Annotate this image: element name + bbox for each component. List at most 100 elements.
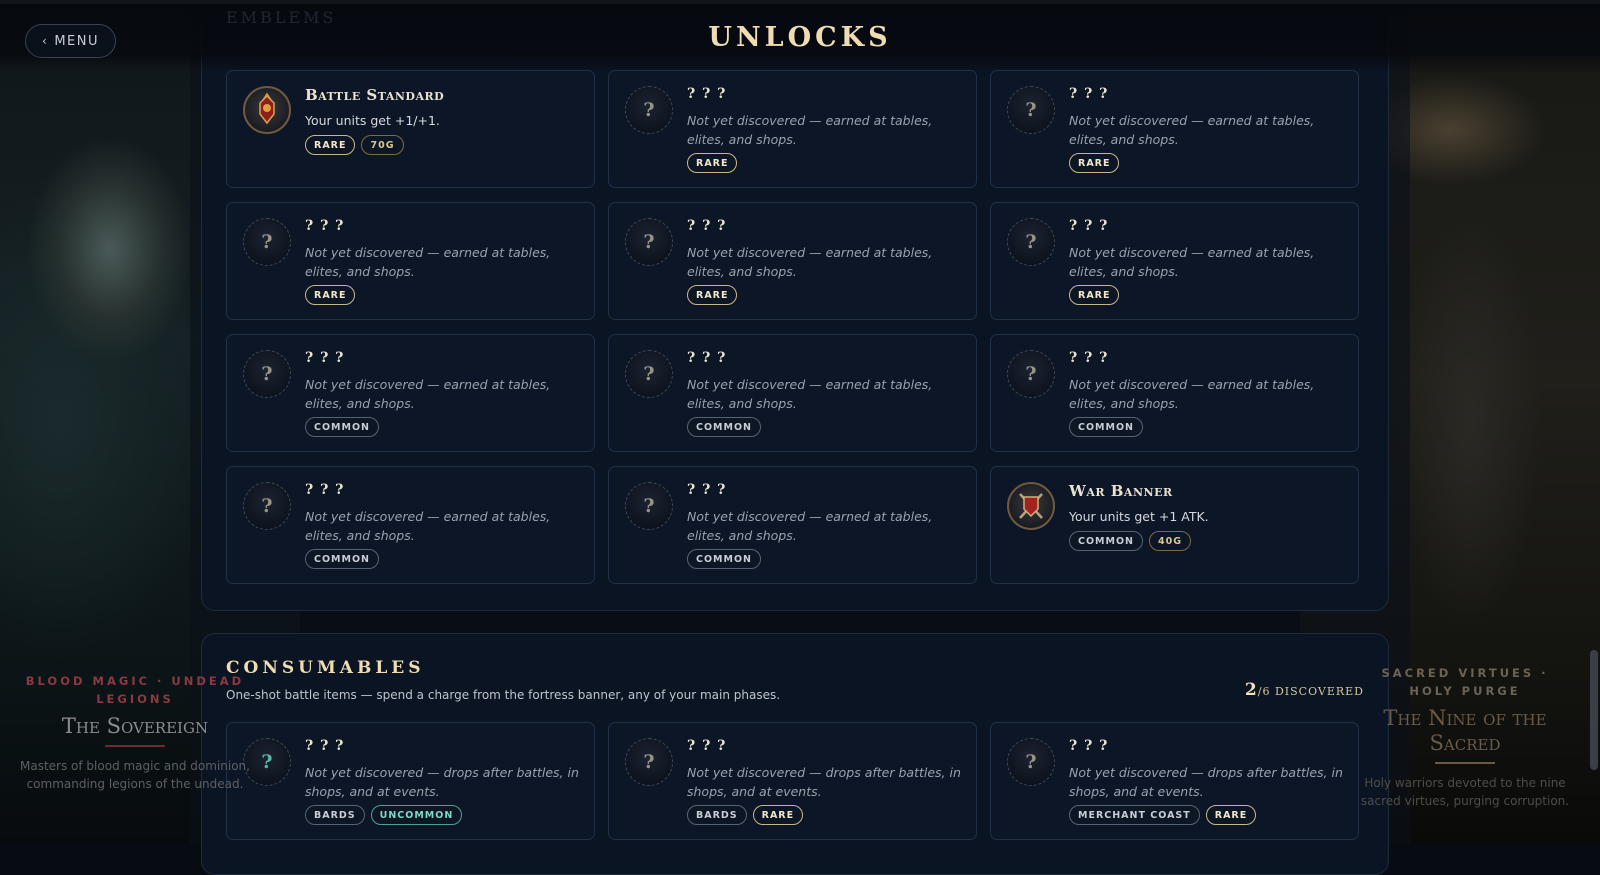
tag-badge: BARDS	[305, 805, 365, 825]
consumables-panel: CONSUMABLES One-shot battle items — spen…	[201, 633, 1389, 875]
card-tags: RARE	[1069, 153, 1120, 173]
emblem-card-war-banner[interactable]: War Banner Your units get +1 ATK. COMMON 40…	[990, 466, 1359, 584]
tag-badge: COMMON	[687, 417, 761, 437]
right-faction-desc: Holy warriors devoted to the nine sacred…	[1360, 776, 1570, 808]
tag-badge: BARDS	[687, 805, 747, 825]
question-mark-icon: ?	[243, 738, 291, 786]
left-faction-info: BLOOD MAGIC · UNDEAD LEGIONS The Soverei…	[20, 672, 250, 793]
card-tags: MERCHANT COAST RARE	[1069, 805, 1257, 825]
tag-badge: COMMON	[305, 417, 379, 437]
card-tags: COMMON	[1069, 417, 1143, 437]
tag-badge: RARE	[1069, 285, 1120, 305]
question-mark-icon: ?	[625, 350, 673, 398]
card-tags: RARE	[305, 285, 356, 305]
consumable-card[interactable]: ? ? ? ? Not yet discovered — drops after b…	[990, 722, 1359, 840]
card-title: ? ? ?	[1069, 86, 1109, 102]
question-mark-icon: ?	[243, 218, 291, 266]
emblem-card-battle-standard[interactable]: Battle Standard Your units get +1/+1. RARE…	[226, 70, 595, 188]
emblem-card[interactable]: ? ? ? ? Not yet discovered — earned at tab…	[608, 466, 977, 584]
tag-badge: MERCHANT COAST	[1069, 805, 1200, 825]
card-title: ? ? ?	[305, 738, 345, 754]
tag-badge: COMMON	[305, 549, 379, 569]
consumable-card[interactable]: ? ? ? ? Not yet discovered — drops after b…	[226, 722, 595, 840]
left-faction-desc: Masters of blood magic and dominion, com…	[20, 759, 250, 791]
card-description: Not yet discovered — earned at tables, e…	[687, 377, 933, 411]
right-faction-info: SACRED VIRTUES · HOLY PURGE The Nine of …	[1360, 664, 1570, 810]
tag-badge: 40G	[1148, 531, 1192, 551]
emblem-card[interactable]: ? ? ? ? Not yet discovered — earned at tab…	[608, 202, 977, 320]
question-mark-icon: ?	[625, 738, 673, 786]
card-description: Not yet discovered — earned at tables, e…	[1069, 377, 1315, 411]
tag-badge: RARE	[752, 805, 804, 825]
question-mark-icon: ?	[625, 86, 673, 134]
tag-badge: COMMON	[687, 549, 761, 569]
tag-badge: COMMON	[1069, 531, 1143, 551]
emblem-card[interactable]: ? ? ? ? Not yet discovered — earned at tab…	[990, 202, 1359, 320]
card-title: ? ? ?	[1069, 350, 1109, 366]
card-description: Not yet discovered — earned at tables, e…	[305, 377, 551, 411]
card-tags: RARE	[1069, 285, 1120, 305]
emblem-card[interactable]: ? ? ? ? Not yet discovered — earned at tab…	[226, 334, 595, 452]
card-tags: RARE	[687, 285, 738, 305]
question-mark-icon: ?	[1007, 350, 1055, 398]
emblem-card[interactable]: ? ? ? ? Not yet discovered — earned at tab…	[990, 334, 1359, 452]
card-title: ? ? ?	[1069, 218, 1109, 234]
card-title: ? ? ?	[305, 482, 345, 498]
tag-badge: RARE	[305, 285, 356, 305]
scrollbar-thumb[interactable]	[1590, 650, 1598, 770]
question-mark-icon: ?	[1007, 86, 1055, 134]
left-faction-kicker: BLOOD MAGIC · UNDEAD LEGIONS	[25, 674, 245, 706]
emblem-card[interactable]: ? ? ? ? Not yet discovered — earned at tab…	[226, 202, 595, 320]
card-tags: BARDS RARE	[687, 805, 804, 825]
card-tags: RARE	[687, 153, 738, 173]
consumable-card[interactable]: ? ? ? ? Not yet discovered — drops after b…	[608, 722, 977, 840]
war-banner-icon	[1007, 482, 1055, 530]
card-title: ? ? ?	[687, 350, 727, 366]
emblem-card[interactable]: ? ? ? ? Not yet discovered — earned at tab…	[990, 70, 1359, 188]
card-title: ? ? ?	[687, 218, 727, 234]
emblem-card[interactable]: ? ? ? ? Not yet discovered — earned at tab…	[608, 70, 977, 188]
consumables-discovered-count: 2/6 DISCOVERED	[1245, 680, 1364, 700]
card-title: ? ? ?	[687, 482, 727, 498]
card-title: ? ? ?	[305, 350, 345, 366]
card-description: Not yet discovered — earned at tables, e…	[1069, 245, 1315, 279]
tag-badge: 70G	[361, 135, 404, 155]
left-faction-name: The Sovereign	[61, 714, 209, 738]
tag-badge: RARE	[1205, 805, 1257, 825]
discovered-total: /6 DISCOVERED	[1257, 685, 1364, 698]
card-tags: COMMON	[687, 417, 761, 437]
card-tags: COMMON	[305, 549, 379, 569]
question-mark-icon: ?	[243, 350, 291, 398]
tag-badge: RARE	[305, 135, 356, 155]
card-tags: COMMON	[305, 417, 379, 437]
question-mark-icon: ?	[625, 482, 673, 530]
question-mark-icon: ?	[243, 482, 291, 530]
right-faction-divider	[1435, 762, 1495, 764]
card-title: ? ? ?	[687, 86, 727, 102]
emblem-card[interactable]: ? ? ? ? Not yet discovered — earned at tab…	[226, 466, 595, 584]
tag-badge: RARE	[1069, 153, 1120, 173]
card-description: Not yet discovered — earned at tables, e…	[687, 113, 933, 147]
tag-badge: RARE	[687, 153, 738, 173]
page-title: UNLOCKS	[708, 22, 892, 53]
card-title: ? ? ?	[305, 218, 345, 234]
card-description: Not yet discovered — earned at tables, e…	[687, 245, 933, 279]
card-description: Not yet discovered — earned at tables, e…	[305, 509, 551, 543]
card-tags: COMMON	[687, 549, 761, 569]
right-faction-name: The Nine of the Sacred	[1383, 706, 1547, 755]
tag-badge: UNCOMMON	[370, 805, 463, 825]
emblems-panel: Battle Standard Your units get +1/+1. RARE…	[201, 0, 1389, 611]
card-description: Not yet discovered — drops after battles…	[1069, 765, 1343, 799]
tag-badge: RARE	[687, 285, 738, 305]
card-tags: RARE 70G	[305, 135, 404, 155]
card-description: Not yet discovered — drops after battles…	[305, 765, 579, 799]
card-title: ? ? ?	[1069, 738, 1109, 754]
consumables-title: CONSUMABLES	[226, 658, 425, 678]
card-title: Battle Standard	[305, 86, 445, 104]
consumables-subtitle: One-shot battle items — spend a charge f…	[226, 688, 781, 702]
card-description: Your units get +1/+1.	[305, 113, 440, 128]
left-faction-divider	[105, 745, 165, 747]
emblem-card[interactable]: ? ? ? ? Not yet discovered — earned at tab…	[608, 334, 977, 452]
question-mark-icon: ?	[1007, 738, 1055, 786]
card-description: Not yet discovered — drops after battles…	[687, 765, 961, 799]
